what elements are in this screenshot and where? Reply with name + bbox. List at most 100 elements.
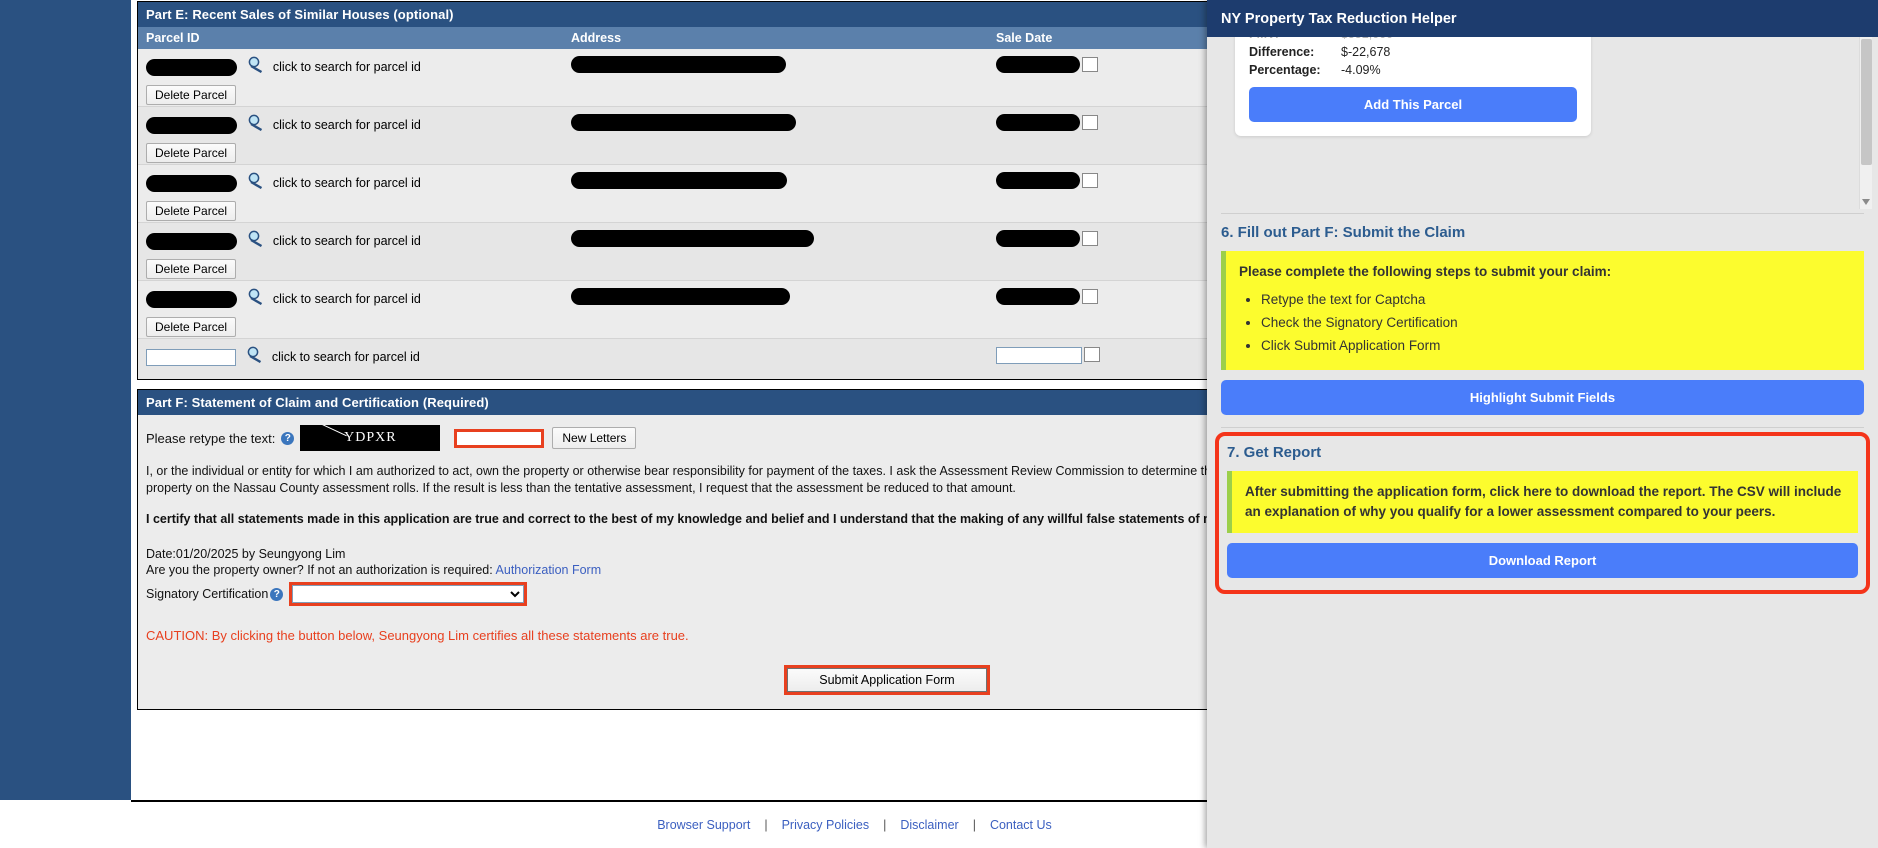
- captcha-input-highlight: [454, 428, 545, 448]
- signatory-select-highlight: [289, 582, 528, 606]
- delete-parcel-button[interactable]: Delete Parcel: [146, 317, 237, 337]
- signatory-label: Signatory Certification: [146, 587, 269, 601]
- calendar-icon[interactable]: [1084, 347, 1100, 363]
- new-letters-button[interactable]: New Letters: [552, 427, 637, 449]
- help-icon[interactable]: ?: [281, 431, 295, 445]
- captcha-text: YDPXR: [344, 430, 397, 445]
- calendar-icon[interactable]: [1082, 57, 1098, 73]
- redacted-sale-date: [996, 230, 1080, 248]
- search-icon[interactable]: [247, 114, 264, 136]
- redacted-parcel-id: [146, 174, 237, 192]
- section-divider: [1221, 427, 1864, 428]
- footer-link-disclaimer[interactable]: Disclaimer: [900, 818, 958, 832]
- step-6: 6. Fill out Part F: Submit the Claim Ple…: [1207, 214, 1878, 427]
- search-parcel-link[interactable]: click to search for parcel id: [273, 118, 421, 132]
- add-this-parcel-button[interactable]: Add This Parcel: [1249, 87, 1577, 122]
- step-6-bullets: Retype the text for Captcha Check the Si…: [1239, 290, 1851, 356]
- footer-link-browser-support[interactable]: Browser Support: [657, 818, 750, 832]
- captcha-input[interactable]: [457, 432, 542, 445]
- step-7-title: 7. Get Report: [1227, 444, 1322, 461]
- redacted-sale-date: [996, 288, 1080, 306]
- redacted-address: [571, 114, 796, 132]
- search-icon[interactable]: [246, 346, 263, 368]
- search-parcel-link[interactable]: click to search for parcel id: [273, 292, 421, 306]
- footer-link-contact-us[interactable]: Contact Us: [990, 818, 1052, 832]
- step-6-note-intro: Please complete the following steps to s…: [1239, 264, 1612, 279]
- search-parcel-link[interactable]: click to search for parcel id: [272, 350, 420, 364]
- chevron-down-icon[interactable]: [1862, 199, 1870, 205]
- percentage-row: Percentage: -4.09%: [1249, 63, 1577, 77]
- list-item: Check the Signatory Certification: [1261, 313, 1851, 333]
- search-parcel-link[interactable]: click to search for parcel id: [273, 176, 421, 190]
- extension-scroll-area: FMV: $552,000 Difference: $-22,678 Perce…: [1207, 37, 1878, 848]
- redacted-sale-date: [996, 172, 1080, 190]
- captcha-strike-line: [319, 425, 348, 437]
- redacted-parcel-id: [146, 116, 237, 134]
- page-root: Part E: Recent Sales of Similar Houses (…: [0, 0, 1878, 848]
- extension-steps: 6. Fill out Part F: Submit the Claim Ple…: [1207, 213, 1878, 594]
- scrollbar-thumb[interactable]: [1861, 39, 1872, 165]
- step-6-title: 6. Fill out Part F: Submit the Claim: [1221, 224, 1466, 241]
- redacted-parcel-id: [146, 58, 237, 76]
- signatory-certification-select[interactable]: [292, 585, 525, 603]
- redacted-sale-date: [996, 114, 1080, 132]
- redacted-address: [571, 288, 790, 306]
- delete-parcel-button[interactable]: Delete Parcel: [146, 259, 237, 279]
- footer-separator: |: [883, 818, 887, 832]
- search-parcel-link[interactable]: click to search for parcel id: [273, 234, 421, 248]
- delete-parcel-button[interactable]: Delete Parcel: [146, 143, 237, 163]
- redacted-address: [571, 56, 786, 74]
- redacted-sale-date: [996, 56, 1080, 74]
- help-icon[interactable]: ?: [270, 587, 284, 601]
- redacted-parcel-id: [146, 232, 237, 250]
- column-header-address: Address: [571, 31, 622, 45]
- calendar-icon[interactable]: [1082, 173, 1098, 189]
- submit-application-form-button[interactable]: Submit Application Form: [787, 668, 987, 692]
- footer-separator: |: [972, 818, 976, 832]
- extension-title: NY Property Tax Reduction Helper: [1221, 10, 1457, 27]
- calendar-icon[interactable]: [1082, 231, 1098, 247]
- column-header-parcel-id: Parcel ID: [146, 31, 200, 45]
- difference-row: Difference: $-22,678: [1249, 45, 1577, 59]
- authorization-form-link[interactable]: Authorization Form: [496, 563, 602, 577]
- search-icon[interactable]: [247, 288, 264, 310]
- fmv-label: FMV:: [1249, 37, 1341, 41]
- delete-parcel-button[interactable]: Delete Parcel: [146, 201, 237, 221]
- difference-value: $-22,678: [1341, 45, 1391, 59]
- owner-question-text: Are you the property owner? If not an au…: [146, 563, 493, 577]
- step-7-highlight: 7. Get Report After submitting the appli…: [1215, 432, 1870, 594]
- extension-header: NY Property Tax Reduction Helper: [1207, 0, 1878, 37]
- redacted-address: [571, 230, 814, 248]
- step-6-note: Please complete the following steps to s…: [1221, 251, 1864, 370]
- redacted-parcel-id: [146, 290, 237, 308]
- footer-link-privacy-policies[interactable]: Privacy Policies: [782, 818, 870, 832]
- step-7-note: After submitting the application form, c…: [1227, 471, 1858, 533]
- extension-scrollbar[interactable]: [1859, 37, 1872, 209]
- percentage-value: -4.09%: [1341, 63, 1381, 77]
- calendar-icon[interactable]: [1082, 289, 1098, 305]
- captcha-label: Please retype the text:: [146, 430, 276, 446]
- search-icon[interactable]: [247, 230, 264, 252]
- list-item: Retype the text for Captcha: [1261, 290, 1851, 310]
- download-report-button[interactable]: Download Report: [1227, 543, 1858, 578]
- submit-button-highlight: Submit Application Form: [784, 665, 990, 695]
- extension-panel: NY Property Tax Reduction Helper FMV: $5…: [1207, 0, 1878, 848]
- parcel-id-input[interactable]: [146, 348, 236, 366]
- captcha-image: YDPXR: [300, 425, 441, 451]
- sale-date-input[interactable]: [996, 346, 1082, 364]
- footer-separator: |: [764, 818, 768, 832]
- difference-label: Difference:: [1249, 45, 1315, 59]
- search-icon[interactable]: [247, 56, 264, 78]
- search-parcel-link[interactable]: click to search for parcel id: [273, 60, 421, 74]
- calendar-icon[interactable]: [1082, 115, 1098, 131]
- page-left-margin: [0, 0, 131, 800]
- list-item: Click Submit Application Form: [1261, 336, 1851, 356]
- fmv-row: FMV: $552,000: [1249, 37, 1577, 41]
- search-icon[interactable]: [247, 172, 264, 194]
- fmv-value: $552,000: [1341, 37, 1393, 41]
- redacted-address: [571, 172, 787, 190]
- highlight-submit-fields-button[interactable]: Highlight Submit Fields: [1221, 380, 1864, 415]
- delete-parcel-button[interactable]: Delete Parcel: [146, 85, 237, 105]
- parcel-result-card: FMV: $552,000 Difference: $-22,678 Perce…: [1235, 37, 1591, 136]
- percentage-label: Percentage:: [1249, 63, 1321, 77]
